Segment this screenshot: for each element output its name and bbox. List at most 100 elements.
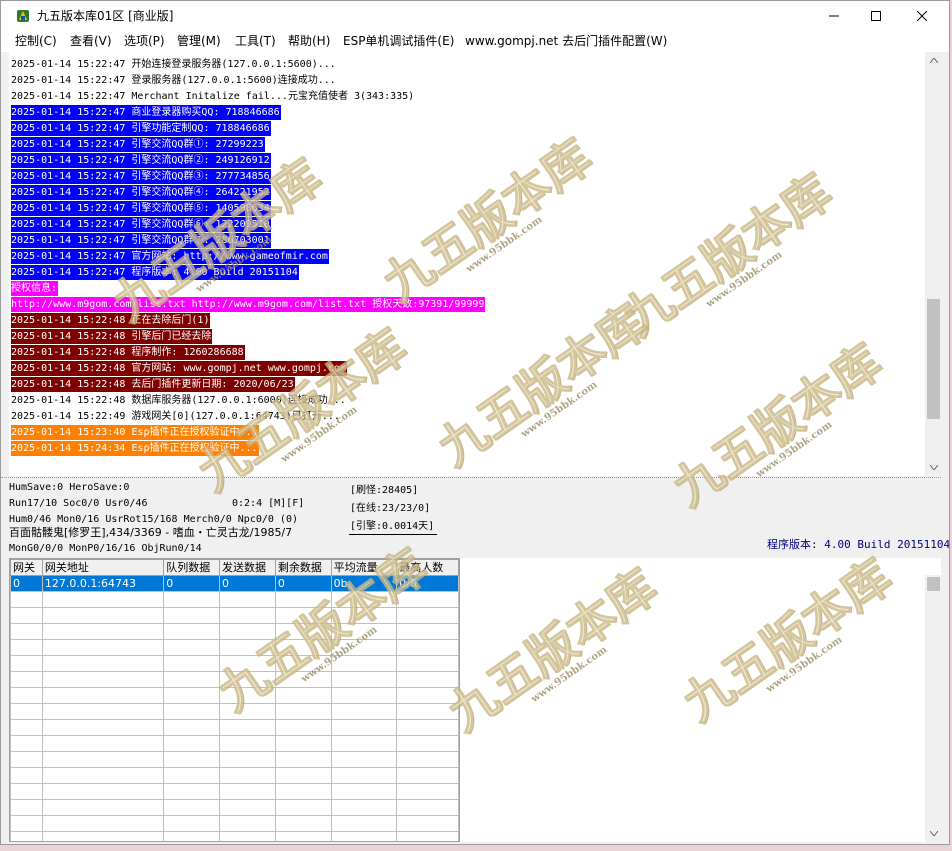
table-cell [396,735,459,752]
table-cell [330,703,398,720]
table-cell [163,719,221,736]
table-row-empty[interactable] [10,655,459,672]
table-cell [396,783,459,800]
table-cell [330,639,398,656]
table-row-empty[interactable] [10,783,459,800]
column-header[interactable]: 剩余数据 [274,559,332,576]
maximize-button[interactable] [853,1,899,31]
log-scroll-thumb[interactable] [927,299,940,419]
table-cell [274,815,332,832]
table-cell [163,623,221,640]
grid-scroll-down-icon[interactable] [925,825,942,842]
minimize-icon [829,15,839,17]
grid-scroll-thumb[interactable] [927,577,940,591]
log-line: 2025-01-14 15:22:47 登录服务器(127.0.0.1:5600… [11,75,336,86]
table-cell [41,687,165,704]
table-cell [219,671,276,688]
column-header[interactable]: 网关地址 [41,559,165,576]
menu-tools[interactable]: 工具(T) [235,34,276,49]
table-cell [10,799,43,816]
log-line: 2025-01-14 15:22:47 Merchant Initalize f… [11,91,415,102]
log-panel[interactable]: 2025-01-14 15:22:47 开始连接登录服务器(127.0.0.1:… [9,52,941,476]
log-scrollbar[interactable] [925,52,942,476]
table-cell [274,607,332,624]
table-row-empty[interactable] [10,607,459,624]
table-row-empty[interactable] [10,639,459,656]
column-header[interactable]: 平均流量 [330,559,398,576]
log-line: 2025-01-14 15:22:47 引擎交流QQ群④: 264221952 [11,185,271,200]
column-header[interactable]: 队列数据 [163,559,221,576]
grid-scrollbar[interactable] [925,575,942,842]
table-cell [274,735,332,752]
column-header[interactable]: 发送数据 [219,559,276,576]
table-row-empty[interactable] [10,671,459,688]
status-save: HumSave:0 HeroSave:0 [9,482,130,493]
log-line: 2025-01-14 15:22:47 引擎交流QQ群⑤: 140598634 [11,201,271,216]
table-row[interactable]: 0 127.0.0.1:64743 0 0 0 0b 0/0 [10,575,459,592]
log-line: 2025-01-14 15:22:47 引擎功能定制QQ: 718846686 [11,121,271,136]
maximize-icon [871,11,881,21]
table-row-empty[interactable] [10,623,459,640]
table-row-empty[interactable] [10,735,459,752]
table-cell [163,767,221,784]
table-cell [10,591,43,608]
table-row-empty[interactable] [10,799,459,816]
menu-control[interactable]: 控制(C) [15,34,57,49]
close-button[interactable] [899,1,945,31]
table-cell [10,671,43,688]
table-row-empty[interactable] [10,703,459,720]
table-cell [41,751,165,768]
minimize-button[interactable] [811,1,857,31]
table-cell [219,655,276,672]
menu-view[interactable]: 查看(V) [70,34,112,49]
table-cell [219,607,276,624]
table-cell [396,639,459,656]
scroll-down-icon[interactable] [925,459,942,476]
menu-bar: 控制(C) 查看(V) 选项(P) 管理(M) 工具(T) 帮助(H) ESP单… [1,31,949,53]
gateway-right-pane [460,558,941,842]
table-cell [163,799,221,816]
table-cell [396,591,459,608]
table-cell: 0 [10,575,43,592]
log-line: 2025-01-14 15:22:47 商业登录器购买QQ: 718846686 [11,105,281,120]
status-mon: MonG0/0/0 MonP0/16/16 ObjRun0/14 [9,543,202,554]
table-cell [41,655,165,672]
log-line: 2025-01-14 15:22:47 开始连接登录服务器(127.0.0.1:… [11,59,336,70]
menu-backdoor-plugin-config[interactable]: www.gompj.net 去后门插件配置(W) [465,34,667,49]
column-header[interactable]: 网关 [10,559,43,576]
log-divider [1,477,941,478]
table-cell [10,607,43,624]
menu-esp-plugin[interactable]: ESP单机调试插件(E) [343,34,454,49]
table-cell [163,815,221,832]
table-row-empty[interactable] [10,815,459,832]
gateway-grid[interactable]: 网关 网关地址 队列数据 发送数据 剩余数据 平均流量 最高人数 0 127.0.0.1:64… [9,558,460,842]
title-bar[interactable]: 九五版本库01区 [商业版] [1,1,949,31]
table-row-empty[interactable] [10,719,459,736]
table-cell [274,671,332,688]
table-row-empty[interactable] [10,687,459,704]
status-panel: HumSave:0 HeroSave:0 Run17/10 Soc0/0 Usr… [1,479,949,556]
table-cell [330,783,398,800]
scroll-up-icon[interactable] [925,52,942,69]
engine-uptime: [引擎:0.0014天] [350,521,435,532]
table-cell [330,799,398,816]
table-row-empty[interactable] [10,751,459,768]
column-header[interactable]: 最高人数 [396,559,459,576]
table-cell [41,767,165,784]
menu-manage[interactable]: 管理(M) [177,34,221,49]
table-cell [10,767,43,784]
table-cell [10,703,43,720]
table-cell [10,719,43,736]
table-cell [163,831,221,841]
menu-options[interactable]: 选项(P) [124,34,165,49]
table-row-empty[interactable] [10,831,459,841]
table-cell [10,751,43,768]
table-cell [396,719,459,736]
table-cell [330,623,398,640]
table-row-empty[interactable] [10,767,459,784]
window-title: 九五版本库01区 [商业版] [37,9,174,23]
table-cell [330,607,398,624]
table-cell [330,719,398,736]
table-row-empty[interactable] [10,591,459,608]
menu-help[interactable]: 帮助(H) [288,34,330,49]
